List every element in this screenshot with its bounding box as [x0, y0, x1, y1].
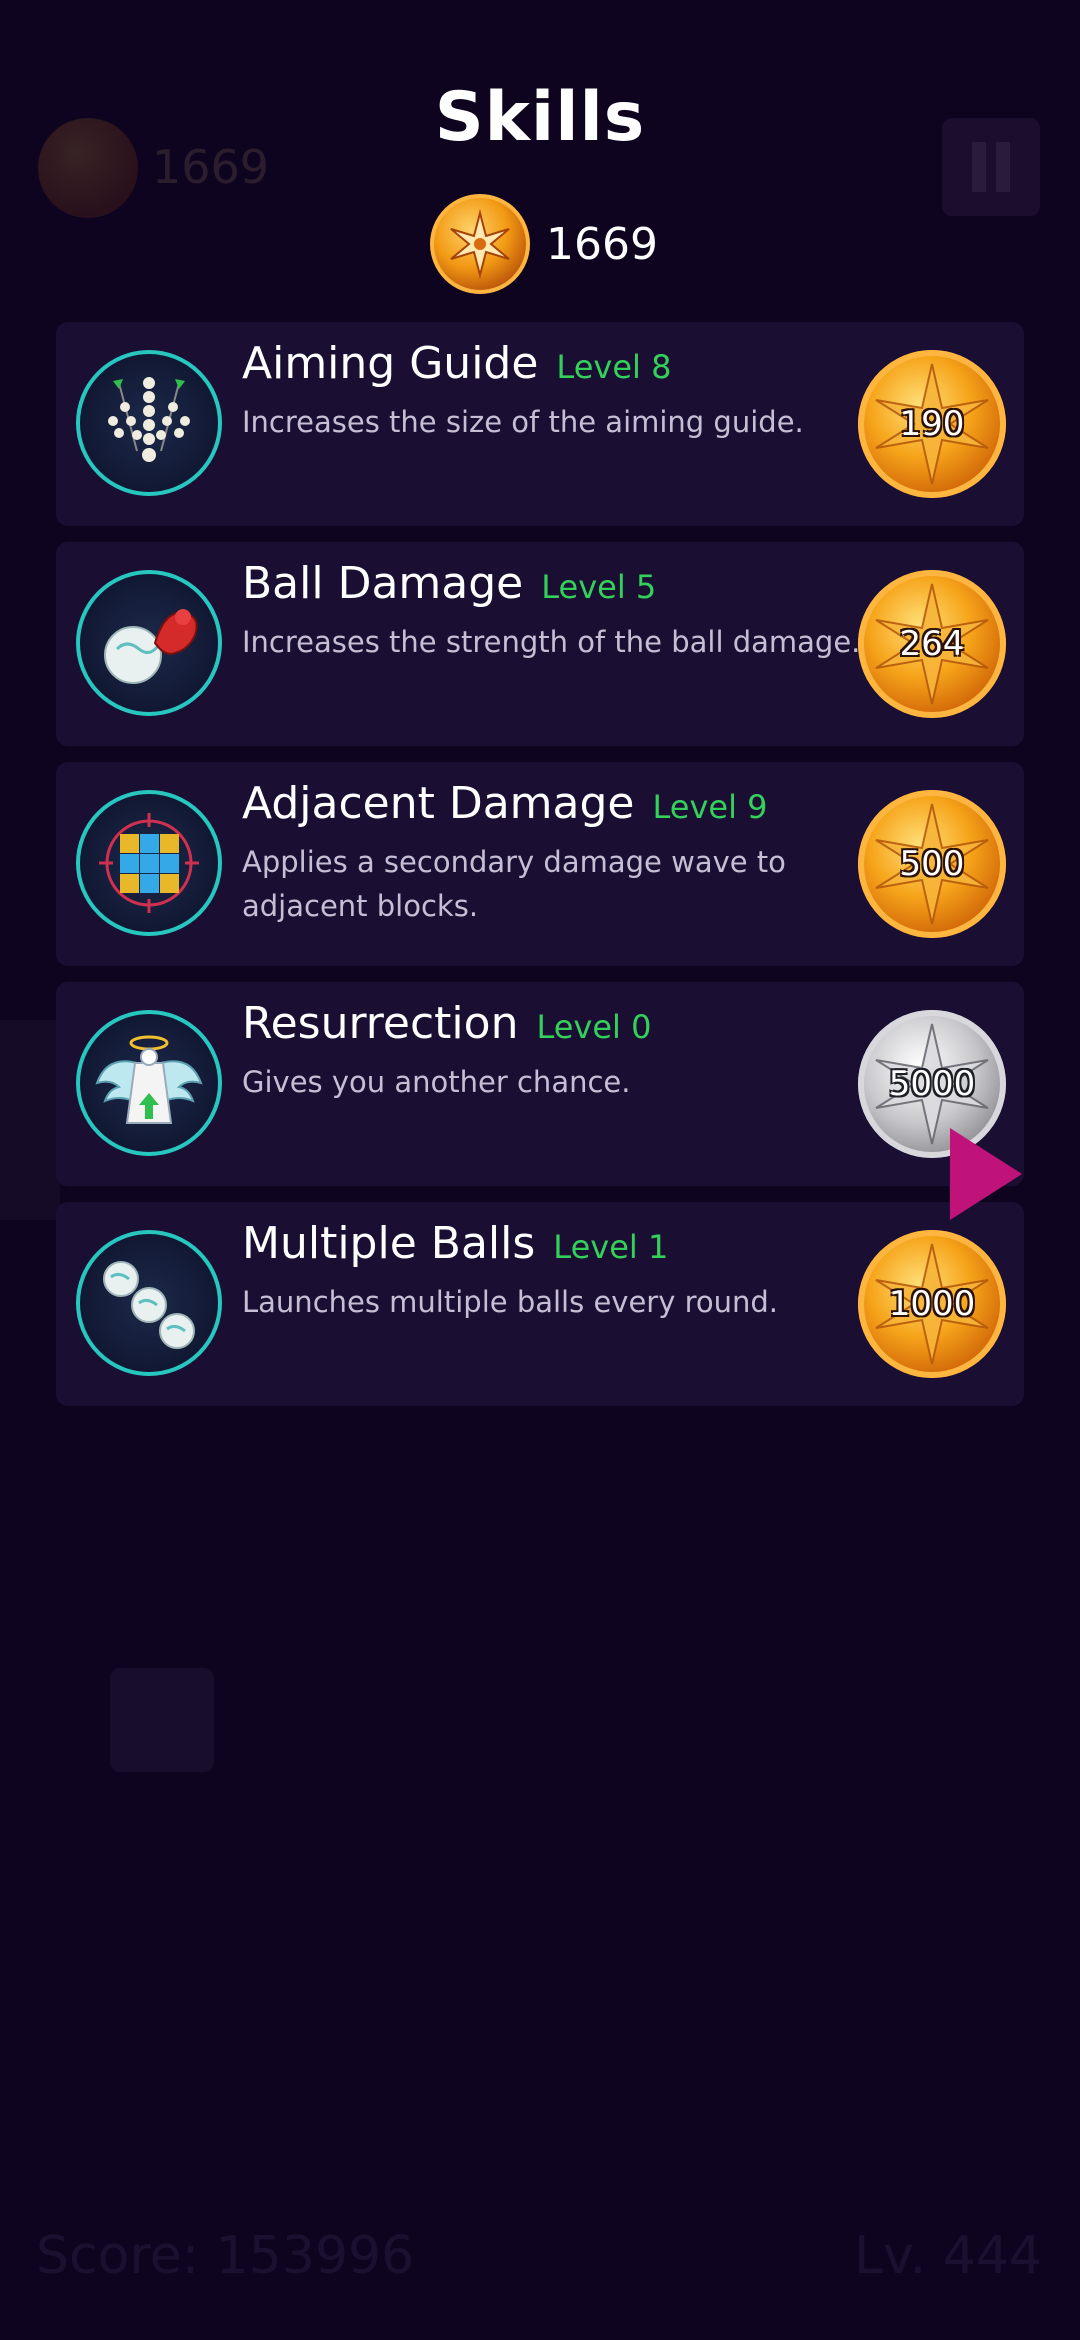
pointer-arrow-icon — [950, 1128, 1022, 1220]
upgrade-button-ball-damage[interactable]: 264 — [858, 570, 1006, 718]
skill-level: Level 5 — [541, 568, 657, 606]
skill-level: Level 1 — [553, 1228, 669, 1266]
price-label: 500 — [899, 844, 965, 884]
skill-description: Applies a secondary damage wave to adjac… — [242, 845, 786, 923]
adjacent-damage-icon — [76, 790, 222, 936]
upgrade-button-multiple-balls[interactable]: 1000 — [858, 1230, 1006, 1378]
skills-list: Aiming Guide Level 8 Increases the size … — [56, 322, 1024, 1422]
resurrection-icon — [76, 1010, 222, 1156]
background-score: Score: 153996 — [36, 2226, 415, 2286]
skill-card-adjacent-damage: Adjacent Damage Level 9 Applies a second… — [56, 762, 1024, 966]
skill-header: Adjacent Damage Level 9 — [242, 778, 768, 829]
coin-count: 1669 — [546, 218, 658, 270]
skill-name: Ball Damage — [242, 558, 524, 609]
skill-description: Launches multiple balls every round. — [242, 1285, 779, 1319]
price-label: 190 — [899, 404, 965, 444]
skill-card-resurrection: Resurrection Level 0 Gives you another c… — [56, 982, 1024, 1186]
aiming-guide-icon — [76, 350, 222, 496]
price-label: 264 — [899, 624, 965, 664]
multiple-balls-icon — [76, 1230, 222, 1376]
skill-level: Level 8 — [556, 348, 672, 386]
upgrade-button-adjacent-damage[interactable]: 500 — [858, 790, 1006, 938]
skill-description: Gives you another chance. — [242, 1065, 631, 1099]
page-title: Skills — [434, 78, 646, 157]
skill-header: Multiple Balls Level 1 — [242, 1218, 668, 1269]
background-block — [0, 1020, 60, 1220]
ball-damage-icon — [76, 570, 222, 716]
skill-level: Level 9 — [652, 788, 768, 826]
price-label: 5000 — [888, 1064, 976, 1104]
coin-balance: 1669 — [430, 194, 658, 294]
background-level: Lv. 444 — [853, 2226, 1042, 2286]
skill-header: Resurrection Level 0 — [242, 998, 651, 1049]
skill-card-aiming-guide: Aiming Guide Level 8 Increases the size … — [56, 322, 1024, 526]
price-label: 1000 — [888, 1284, 976, 1324]
skill-name: Aiming Guide — [242, 338, 539, 389]
skill-header: Ball Damage Level 5 — [242, 558, 656, 609]
upgrade-button-aiming-guide[interactable]: 190 — [858, 350, 1006, 498]
skill-header: Aiming Guide Level 8 — [242, 338, 671, 389]
skill-name: Resurrection — [242, 998, 519, 1049]
skill-name: Adjacent Damage — [242, 778, 635, 829]
skill-description: Increases the size of the aiming guide. — [242, 405, 804, 439]
background-block — [110, 1668, 214, 1772]
star-coin-icon — [430, 194, 530, 294]
skill-name: Multiple Balls — [242, 1218, 536, 1269]
skill-card-multiple-balls: Multiple Balls Level 1 Launches multiple… — [56, 1202, 1024, 1406]
skill-level: Level 0 — [536, 1008, 652, 1046]
skill-description: Increases the strength of the ball damag… — [242, 625, 861, 659]
skill-card-ball-damage: Ball Damage Level 5 Increases the streng… — [56, 542, 1024, 746]
